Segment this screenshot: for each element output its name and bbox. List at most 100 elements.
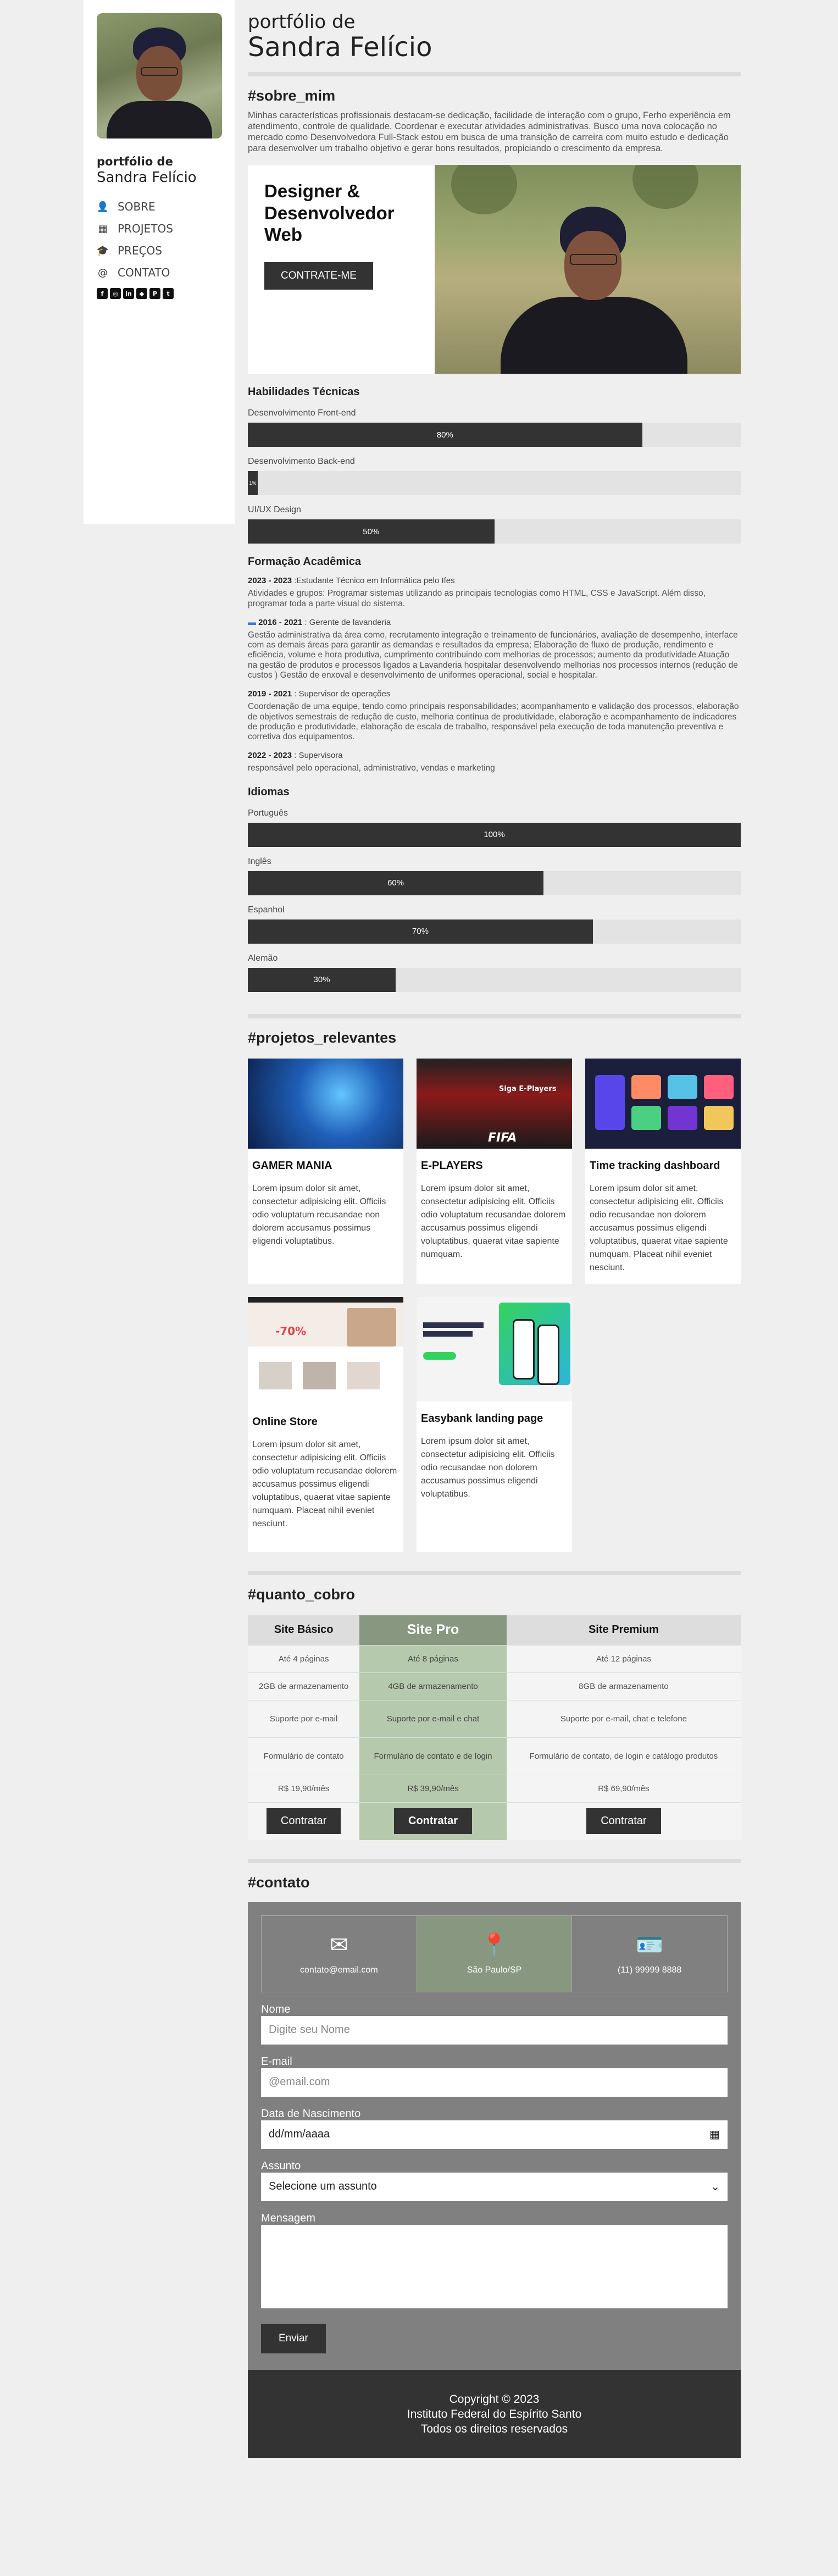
language-label: Alemão — [248, 953, 278, 963]
linkedin-icon[interactable]: in — [123, 288, 134, 299]
table-cell: Suporte por e-mail — [248, 1700, 360, 1738]
skill-label: Desenvolvimento Front-end — [248, 408, 356, 418]
project-card[interactable]: Siga E-Players FIFA E-PLAYERS Lorem ipsum… — [417, 1058, 572, 1284]
project-title: Online Store — [252, 1415, 318, 1428]
footer-copyright: Copyright © 2023 — [449, 2392, 540, 2406]
about-heading: #sobre_mim — [248, 87, 336, 104]
project-thumbnail — [585, 1058, 741, 1149]
subject-label: Assunto — [261, 2159, 301, 2172]
table-row: Suporte por e-mail Suporte por e-mail e … — [248, 1700, 741, 1738]
subject-select[interactable]: Selecione um assunto ⌄ — [261, 2172, 728, 2201]
pricing-heading: #quanto_cobro — [248, 1586, 356, 1603]
footer-rights: Todos os direitos reservados — [420, 2423, 568, 2436]
education-years: 2016 - 2021 — [258, 617, 303, 627]
eplayers-banner: Siga E-Players — [499, 1084, 557, 1093]
twitter-icon[interactable]: t — [163, 288, 174, 299]
at-icon: @ — [98, 267, 108, 279]
birthdate-label: Data de Nascimento — [261, 2107, 361, 2120]
education-desc: Atividades e grupos: Programar sistemas … — [248, 589, 706, 608]
footer-institution: Instituto Federal do Espírito Santo — [407, 2407, 582, 2420]
pricing-col-basic: Site Básico — [248, 1615, 360, 1646]
project-desc: Lorem ipsum dolor sit amet, consectetur … — [421, 1436, 555, 1499]
sidebar-item-sobre[interactable]: 👤 SOBRE — [97, 196, 222, 218]
education-item: 2019 - 2021 : Supervisor de operações Co… — [248, 689, 741, 742]
hero-banner: Designer & Desenvolvedor Web CONTRATE-ME — [248, 165, 741, 374]
calendar-icon[interactable]: ▦ — [709, 2128, 720, 2141]
table-row: Formulário de contato Formulário de cont… — [248, 1737, 741, 1775]
grid-icon: ▦ — [98, 223, 108, 235]
education-desc: Gestão administrativa da área como, recr… — [248, 630, 738, 680]
project-title: Easybank landing page — [421, 1412, 543, 1425]
skills-heading: Habilidades Técnicas — [248, 386, 360, 398]
education-item: 2023 - 2023 :Estudante Técnico em Inform… — [248, 576, 741, 609]
sidebar-item-projetos[interactable]: ▦ PROJETOS — [97, 218, 222, 240]
table-cell: Formulário de contato, de login e catálo… — [506, 1737, 741, 1775]
education-list: 2023 - 2023 :Estudante Técnico em Inform… — [248, 576, 741, 773]
fifa-logo: FIFA — [488, 1131, 517, 1145]
project-card[interactable]: Easybank landing page Lorem ipsum dolor s… — [417, 1297, 572, 1552]
language-label: Português — [248, 808, 288, 818]
languages-heading: Idiomas — [248, 785, 290, 798]
education-item: ▬ 2016 - 2021 : Gerente de lavanderia Ge… — [248, 618, 741, 680]
contact-location[interactable]: 📍 São Paulo/SP — [417, 1915, 573, 1992]
contact-card-icon: 🪪 — [636, 1933, 664, 1958]
hire-me-button[interactable]: CONTRATE-ME — [264, 262, 373, 290]
pricing-table: Site Básico Site Pro Site Premium Até 4 … — [248, 1615, 741, 1840]
language-bar: 70% — [248, 919, 741, 944]
sidebar-item-contato[interactable]: @ CONTATO — [97, 262, 222, 284]
language-bar: 30% — [248, 967, 741, 992]
name-input[interactable]: Digite seu Nome — [261, 2015, 728, 2045]
language-bar: 60% — [248, 871, 741, 895]
project-card[interactable]: GAMER MANIA Lorem ipsum dolor sit amet, c… — [248, 1058, 403, 1284]
contact-phone[interactable]: 🪪 (11) 99999 8888 — [572, 1916, 727, 1992]
divider — [248, 1858, 741, 1863]
email-label: E-mail — [261, 2055, 292, 2068]
education-years: 2019 - 2021 — [248, 689, 292, 699]
pinterest-icon[interactable]: P — [149, 288, 160, 299]
instagram-icon[interactable]: ◎ — [110, 288, 121, 299]
project-card[interactable]: -70% Online Store Lorem ipsum dolor sit a… — [248, 1297, 403, 1552]
skill-bar: 1% — [248, 471, 741, 496]
sidebar-item-precos[interactable]: 🎓 PREÇOS — [97, 240, 222, 262]
education-role: : Gerente de lavanderia — [304, 617, 391, 627]
message-textarea[interactable] — [261, 2224, 728, 2308]
project-thumbnail — [417, 1297, 572, 1401]
contract-pro-button[interactable]: Contratar — [394, 1808, 473, 1835]
birthdate-input[interactable]: dd/mm/aaaa ▦ — [261, 2120, 728, 2149]
contact-location-text: São Paulo/SP — [467, 1965, 522, 1975]
education-desc: Coordenação de uma equipe, tendo como pr… — [248, 702, 739, 742]
table-row: Contratar Contratar Contratar — [248, 1802, 741, 1840]
table-cell: Formulário de contato e de login — [359, 1737, 507, 1775]
education-role: :Estudante Técnico em Informática pelo I… — [294, 576, 455, 586]
project-thumbnail: -70% — [248, 1297, 403, 1405]
project-card[interactable]: Time tracking dashboard Lorem ipsum dolor… — [585, 1058, 741, 1284]
table-row: R$ 19,90/mês R$ 39,90/mês R$ 69,90/mês — [248, 1775, 741, 1803]
project-desc: Lorem ipsum dolor sit amet, consectetur … — [252, 1439, 397, 1528]
table-cell: Até 4 páginas — [248, 1645, 360, 1673]
skill-label: Desenvolvimento Back-end — [248, 457, 355, 467]
email-input[interactable]: @email.com — [261, 2068, 728, 2097]
project-title: Time tracking dashboard — [590, 1159, 720, 1172]
contract-premium-button[interactable]: Contratar — [586, 1808, 661, 1835]
contact-email[interactable]: ✉ contato@email.com — [262, 1915, 417, 1992]
table-cell: 4GB de armazenamento — [359, 1672, 507, 1700]
calendar-icon: ▬ — [248, 617, 256, 627]
github-icon[interactable]: ◆ — [136, 288, 147, 299]
table-row: Até 4 páginas Até 8 páginas Até 12 págin… — [248, 1645, 741, 1673]
contract-basic-button[interactable]: Contratar — [266, 1808, 341, 1835]
send-button[interactable]: Enviar — [261, 2323, 326, 2353]
skill-bar: 80% — [248, 423, 741, 447]
table-cell: R$ 69,90/mês — [506, 1775, 741, 1803]
sidebar-subtitle: portfólio de — [97, 155, 173, 168]
education-item: 2022 - 2023 : Supervisora responsável pe… — [248, 751, 741, 773]
education-role: : Supervisora — [294, 751, 343, 761]
location-icon: 📍 — [480, 1933, 508, 1958]
facebook-icon[interactable]: f — [97, 288, 108, 299]
pricing-col-pro: Site Pro — [359, 1615, 507, 1646]
user-icon: 👤 — [96, 201, 109, 213]
divider — [248, 1013, 741, 1018]
sidebar-item-label: PREÇOS — [118, 244, 162, 257]
table-row: 2GB de armazenamento 4GB de armazenament… — [248, 1672, 741, 1700]
project-desc: Lorem ipsum dolor sit amet, consectetur … — [252, 1183, 386, 1246]
sidebar: portfólio de Sandra Felício 👤 SOBRE ▦ PROJ… — [84, 0, 235, 524]
